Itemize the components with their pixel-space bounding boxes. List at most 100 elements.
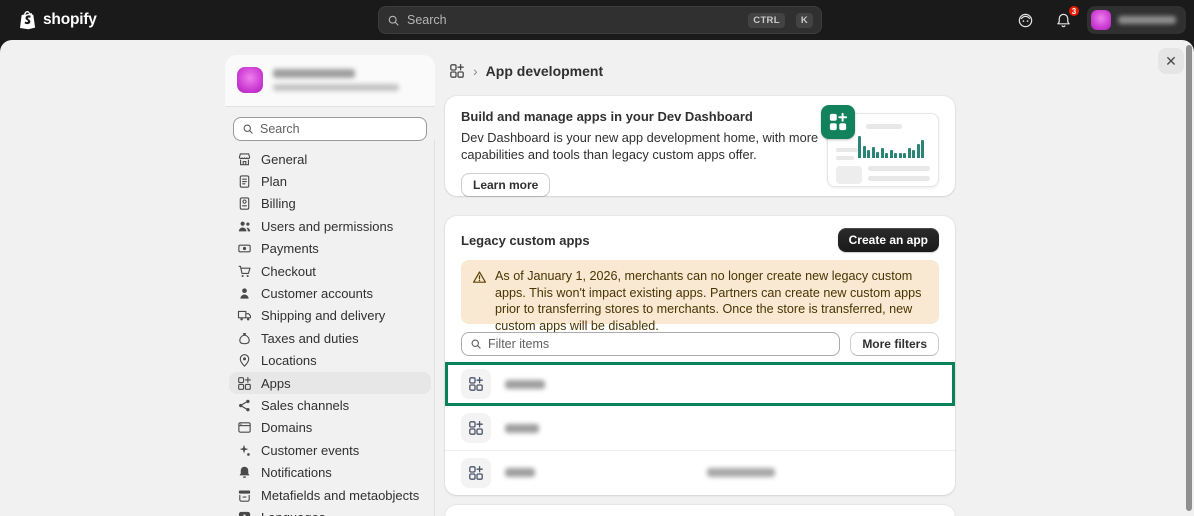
green-apps-tile <box>821 105 855 139</box>
apps-icon <box>237 376 252 391</box>
store-email-redacted <box>273 84 399 91</box>
languages-icon: A <box>237 510 252 516</box>
pin-icon <box>237 353 252 368</box>
sidebar-item-users-and-permissions[interactable]: Users and permissions <box>229 215 431 237</box>
close-button[interactable]: ✕ <box>1158 48 1184 74</box>
sidebar-item-taxes-and-duties[interactable]: Taxes and duties <box>229 327 431 349</box>
sidebar-item-label: Shipping and delivery <box>261 308 385 323</box>
app-tile <box>461 413 491 443</box>
app-row-3[interactable] <box>445 450 955 494</box>
settings-search-input[interactable]: Search <box>233 117 427 141</box>
shopify-wordmark: shopify <box>43 11 97 29</box>
user-avatar <box>1091 10 1111 30</box>
kbd-ctrl: CTRL <box>748 13 785 28</box>
sidebar-item-customer-accounts[interactable]: Customer accounts <box>229 282 431 304</box>
sidebar-item-label: Locations <box>261 353 317 368</box>
mini-chart-bar <box>894 153 897 158</box>
mini-bar-chart <box>858 136 930 158</box>
sidebar-item-label: Metafields and metaobjects <box>261 488 419 503</box>
store-icon <box>237 152 252 167</box>
more-filters-button[interactable]: More filters <box>850 332 939 356</box>
sidebar-item-label: Billing <box>261 196 296 211</box>
taxes-icon <box>237 331 252 346</box>
person-icon <box>237 286 252 301</box>
page-title: App development <box>486 63 603 79</box>
sidebar-item-label: Taxes and duties <box>261 331 359 346</box>
sidebar-item-checkout[interactable]: Checkout <box>229 260 431 282</box>
store-profile[interactable] <box>225 55 435 107</box>
app-name-redacted <box>505 424 539 433</box>
search-icon <box>242 123 254 135</box>
dev-dashboard-body: Dev Dashboard is your new app developmen… <box>461 130 833 164</box>
apps-plus-icon[interactable] <box>449 63 465 79</box>
app-list <box>445 362 955 494</box>
store-name-redacted <box>273 69 355 78</box>
topbar: shopify Search CTRL K 3 <box>0 0 1194 40</box>
mini-chart-bar <box>867 150 870 158</box>
warning-text: As of January 1, 2026, merchants can no … <box>495 268 928 316</box>
mini-chart-bar <box>921 140 924 158</box>
mini-chart-bar <box>912 150 915 158</box>
apps-plus-icon <box>468 376 484 392</box>
mini-chart-bar <box>885 153 888 158</box>
filter-placeholder: Filter items <box>488 337 549 351</box>
global-search-placeholder: Search <box>407 13 741 27</box>
payments-icon <box>237 241 252 256</box>
sidebar-item-label: Plan <box>261 174 287 189</box>
sidebar-item-billing[interactable]: Billing <box>229 193 431 215</box>
user-menu[interactable] <box>1087 6 1186 34</box>
app-tile <box>461 458 491 488</box>
create-app-button[interactable]: Create an app <box>838 228 939 252</box>
sidebar-item-metafields-and-metaobjects[interactable]: Metafields and metaobjects <box>229 484 431 506</box>
settings-nav: General Plan Billing Users and permissions P… <box>229 148 431 516</box>
sidebar-item-domains[interactable]: Domains <box>229 417 431 439</box>
sidebar-item-label: Checkout <box>261 264 316 279</box>
mini-chart-bar <box>858 136 861 158</box>
next-card-partial <box>445 505 955 516</box>
store-avatar <box>237 67 263 93</box>
support-button[interactable] <box>1011 6 1039 34</box>
users-icon <box>237 219 252 234</box>
sidebar-item-label: Notifications <box>261 465 332 480</box>
filter-items-input[interactable]: Filter items <box>461 332 840 356</box>
app-row-2[interactable] <box>445 406 955 450</box>
legacy-card-title: Legacy custom apps <box>461 233 590 248</box>
app-row-1-highlighted[interactable] <box>445 362 955 406</box>
mini-chart-bar <box>881 148 884 158</box>
scrollbar[interactable] <box>1186 45 1192 511</box>
shopify-logo: shopify <box>18 10 97 31</box>
sidebar-item-shipping-and-delivery[interactable]: Shipping and delivery <box>229 305 431 327</box>
global-search-input[interactable]: Search CTRL K <box>378 6 822 34</box>
sidebar-item-general[interactable]: General <box>229 148 431 170</box>
mini-chart-bar <box>899 153 902 158</box>
billing-icon <box>237 196 252 211</box>
sidebar-item-payments[interactable]: Payments <box>229 238 431 260</box>
app-name-redacted <box>505 380 545 389</box>
sidebar-item-label: Users and permissions <box>261 219 393 234</box>
mini-chart-bar <box>890 150 893 158</box>
apps-plus-icon <box>828 112 848 132</box>
close-icon: ✕ <box>1165 54 1177 68</box>
settings-modal: ✕ Search General Plan Billing Users and per… <box>0 40 1194 516</box>
learn-more-button[interactable]: Learn more <box>461 173 550 197</box>
notifications-button[interactable]: 3 <box>1049 6 1077 34</box>
plan-icon <box>237 174 252 189</box>
app-name-redacted <box>505 468 535 477</box>
mini-chart-bar <box>863 146 866 158</box>
metafields-icon <box>237 488 252 503</box>
sidebar-item-label: Apps <box>261 376 291 391</box>
sidebar-item-sales-channels[interactable]: Sales channels <box>229 394 431 416</box>
dev-dashboard-illustration <box>821 105 939 187</box>
sidebar-item-customer-events[interactable]: Customer events <box>229 439 431 461</box>
sidebar-item-apps[interactable]: Apps <box>229 372 431 394</box>
mini-chart-bar <box>908 148 911 158</box>
sidebar-item-languages[interactable]: ALanguages <box>229 506 431 516</box>
settings-search-placeholder: Search <box>260 122 300 136</box>
sidebar-item-plan[interactable]: Plan <box>229 170 431 192</box>
truck-icon <box>237 308 252 323</box>
app-status-redacted <box>707 468 775 477</box>
cart-icon <box>237 264 252 279</box>
sidebar-item-notifications[interactable]: Notifications <box>229 461 431 483</box>
sidebar-item-locations[interactable]: Locations <box>229 350 431 372</box>
bell-icon <box>237 465 252 480</box>
